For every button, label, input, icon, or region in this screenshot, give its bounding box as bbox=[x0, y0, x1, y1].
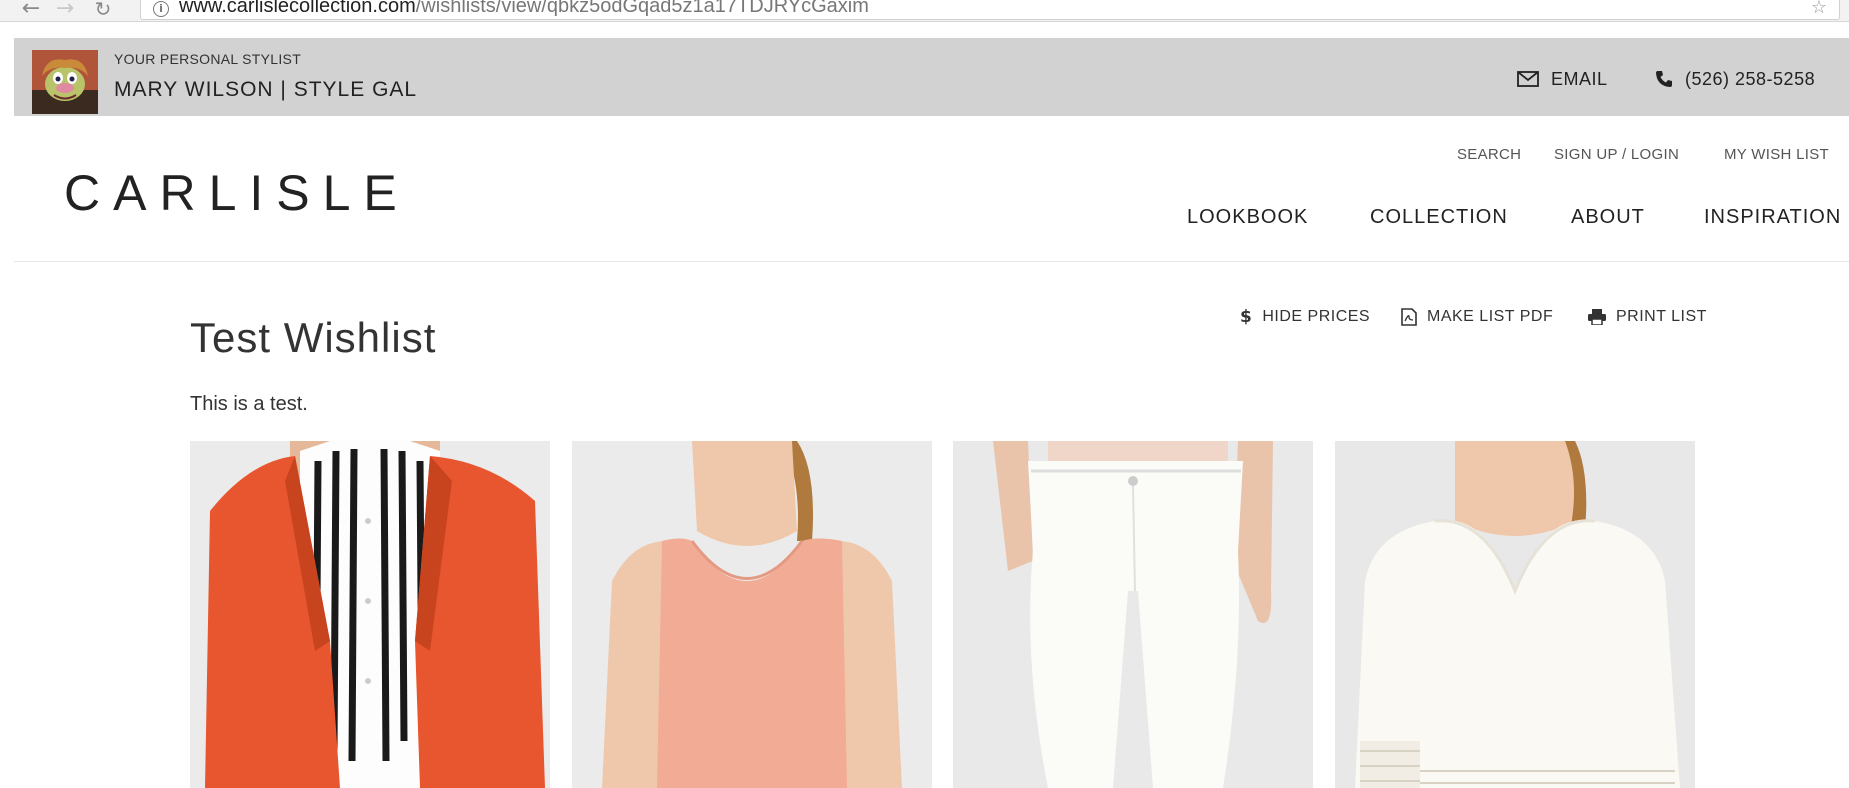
nav-collection[interactable]: COLLECTION bbox=[1370, 205, 1508, 229]
reload-icon[interactable]: ↻ bbox=[90, 0, 116, 20]
make-pdf-button[interactable]: MAKE LIST PDF bbox=[1401, 307, 1553, 327]
bookmark-star-icon[interactable]: ☆ bbox=[1811, 0, 1827, 18]
email-link[interactable]: EMAIL bbox=[1517, 68, 1608, 90]
phone-icon bbox=[1656, 71, 1672, 87]
print-list-button[interactable]: PRINT LIST bbox=[1588, 307, 1707, 327]
stylist-bar: YOUR PERSONAL STYLIST MARY WILSON | STYL… bbox=[14, 38, 1849, 116]
make-pdf-label: MAKE LIST PDF bbox=[1427, 308, 1554, 325]
dollar-icon: $ bbox=[1240, 307, 1253, 327]
stylist-avatar bbox=[32, 50, 98, 114]
phone-number: (526) 258-5258 bbox=[1685, 69, 1816, 89]
url-text[interactable]: www.carlislecollection.com/wishlists/vie… bbox=[179, 0, 869, 18]
peach-tank-top-image bbox=[572, 441, 932, 788]
wishlist-description: This is a test. bbox=[190, 393, 308, 415]
nav-about[interactable]: ABOUT bbox=[1571, 205, 1645, 229]
page-title: Test Wishlist bbox=[190, 314, 437, 361]
white-jeans-image bbox=[953, 441, 1313, 788]
browser-toolbar: ← → ↻ i www.carlislecollection.com/wishl… bbox=[0, 0, 1849, 22]
product-card[interactable] bbox=[572, 441, 932, 788]
printer-icon bbox=[1588, 309, 1606, 325]
nav-lookbook[interactable]: LOOKBOOK bbox=[1187, 205, 1308, 229]
product-card[interactable] bbox=[1335, 441, 1695, 788]
stylist-label: YOUR PERSONAL STYLIST bbox=[114, 51, 302, 67]
hide-prices-button[interactable]: $ HIDE PRICES bbox=[1240, 307, 1370, 327]
orange-blazer-striped-blouse-image bbox=[190, 441, 550, 788]
white-lace-sweater-image bbox=[1335, 441, 1695, 788]
print-list-label: PRINT LIST bbox=[1616, 308, 1707, 325]
search-link[interactable]: SEARCH bbox=[1457, 146, 1521, 164]
back-arrow-icon[interactable]: ← bbox=[18, 0, 44, 20]
site-logo[interactable]: CARLISLE bbox=[64, 163, 410, 223]
site-header: CARLISLE SEARCH SIGN UP / LOGIN MY WISH … bbox=[14, 116, 1849, 262]
hide-prices-label: HIDE PRICES bbox=[1262, 308, 1371, 325]
product-grid bbox=[190, 441, 1696, 788]
product-card[interactable] bbox=[953, 441, 1313, 788]
phone-link[interactable]: (526) 258-5258 bbox=[1655, 68, 1815, 90]
signup-login-link[interactable]: SIGN UP / LOGIN bbox=[1554, 146, 1679, 164]
info-icon[interactable]: i bbox=[153, 1, 169, 17]
nav-inspiration[interactable]: INSPIRATION bbox=[1704, 205, 1841, 229]
envelope-icon bbox=[1517, 71, 1539, 87]
product-card[interactable] bbox=[190, 441, 550, 788]
forward-arrow-icon[interactable]: → bbox=[52, 0, 78, 20]
email-label: EMAIL bbox=[1551, 69, 1608, 89]
stylist-name: MARY WILSON | STYLE GAL bbox=[114, 78, 418, 101]
pdf-file-icon bbox=[1401, 308, 1417, 326]
address-bar[interactable]: i www.carlislecollection.com/wishlists/v… bbox=[140, 0, 1840, 20]
my-wish-list-link[interactable]: MY WISH LIST bbox=[1724, 146, 1829, 164]
